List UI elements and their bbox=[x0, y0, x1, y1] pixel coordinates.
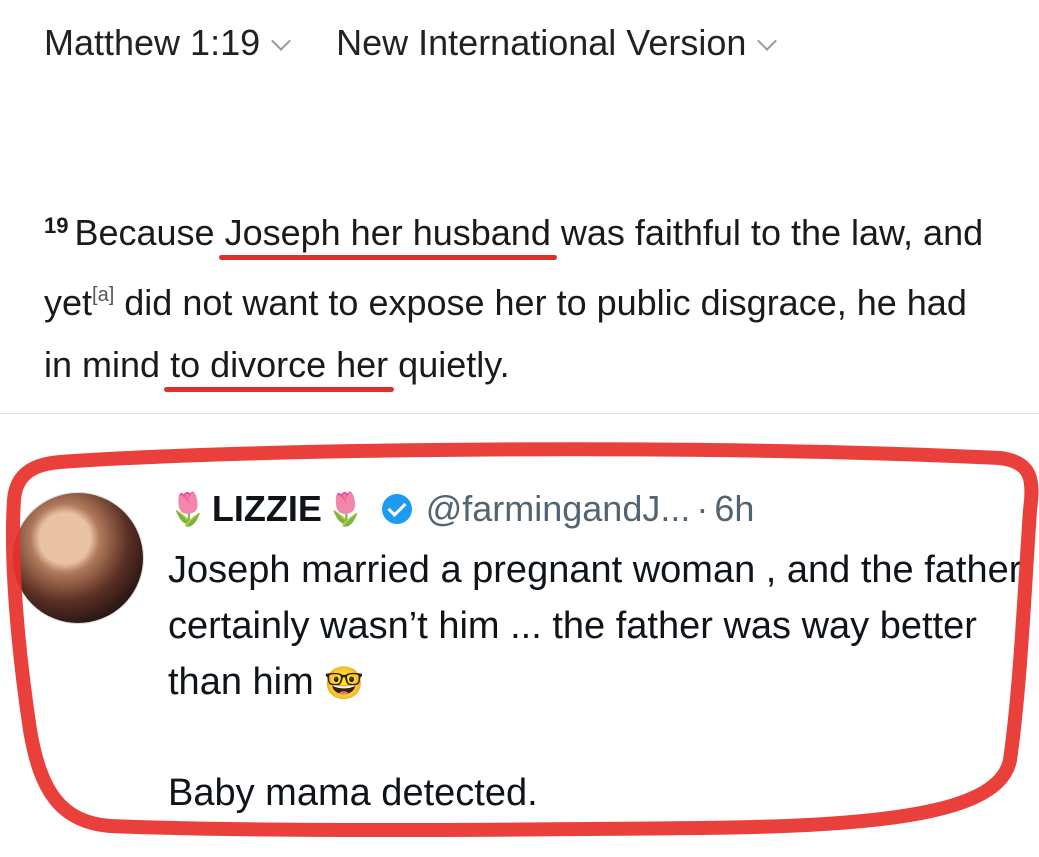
tulip-icon: 🌷 bbox=[168, 490, 208, 528]
book-chapter-selector[interactable]: Matthew 1:19 bbox=[44, 22, 292, 64]
verse-text: 19 Because Joseph her husband was faithfu… bbox=[44, 195, 1004, 396]
tweet-paragraph: Joseph married a pregnant woman , and th… bbox=[168, 542, 1028, 711]
red-underline-mark bbox=[218, 255, 557, 260]
red-underline-mark bbox=[164, 387, 395, 392]
bible-verse-panel: Matthew 1:19 New International Version 1… bbox=[0, 0, 1039, 414]
tweet-header: 🌷 LIZZIE 🌷 @farmingandJ... · 6h bbox=[168, 488, 754, 530]
avatar[interactable] bbox=[12, 492, 144, 624]
verified-badge-icon[interactable] bbox=[381, 494, 412, 524]
translation-selector[interactable]: New International Version bbox=[336, 22, 778, 64]
chevron-down-icon bbox=[271, 31, 292, 51]
tweet-panel: 🌷 LIZZIE 🌷 @farmingandJ... · 6h Joseph m… bbox=[0, 472, 1039, 857]
tweet-paragraph: Baby mama detected. bbox=[168, 772, 538, 814]
chevron-down-icon bbox=[757, 31, 778, 51]
highlighted-phrase-text: Joseph her husband bbox=[224, 212, 551, 253]
verse-segment: Because bbox=[74, 212, 225, 253]
tweet-paragraph-text: Joseph married a pregnant woman , and th… bbox=[168, 549, 1022, 703]
highlighted-phrase-joseph: Joseph her husband bbox=[218, 202, 557, 264]
tweet-timestamp[interactable]: 6h bbox=[714, 488, 754, 530]
nerd-face-icon: 🤓 bbox=[324, 664, 365, 702]
verse-number: 19 bbox=[44, 213, 69, 238]
verse-segment: quietly. bbox=[388, 344, 510, 385]
display-name[interactable]: LIZZIE bbox=[212, 488, 322, 530]
tulip-icon: 🌷 bbox=[325, 490, 366, 528]
highlighted-phrase-text: to divorce her bbox=[170, 344, 389, 385]
translation-name: New International Version bbox=[336, 22, 747, 63]
panel-divider bbox=[0, 414, 1039, 430]
footnote-link[interactable]: [a] bbox=[92, 284, 114, 306]
separator-dot: · bbox=[696, 488, 709, 529]
tweet-text: Joseph married a pregnant woman , and th… bbox=[168, 542, 1028, 821]
passage-selector-bar: Matthew 1:19 New International Version bbox=[44, 22, 778, 64]
passage-reference: Matthew 1:19 bbox=[44, 22, 261, 63]
user-handle[interactable]: @farmingandJ... bbox=[426, 488, 691, 530]
highlighted-phrase-divorce: to divorce her bbox=[164, 334, 395, 396]
